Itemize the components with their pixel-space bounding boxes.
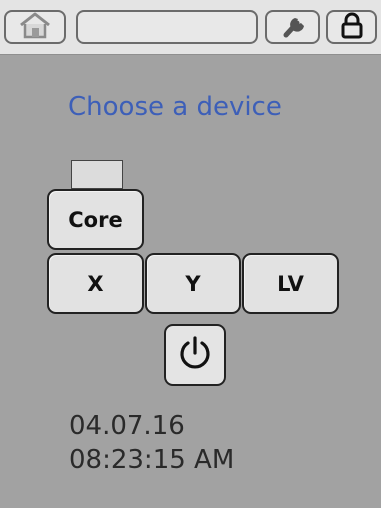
status-date: 04.07.16: [69, 411, 185, 441]
home-icon: [18, 11, 52, 43]
top-toolbar: [0, 0, 381, 55]
status-time: 08:23:15 AM: [69, 445, 235, 475]
lock-button[interactable]: [326, 10, 377, 44]
lock-icon: [339, 11, 365, 43]
home-button[interactable]: [4, 10, 66, 44]
power-icon: [175, 333, 215, 377]
wrench-icon: [278, 11, 308, 43]
device-button-core[interactable]: Core: [47, 189, 144, 250]
power-button[interactable]: [164, 324, 226, 386]
page-title: Choose a device: [68, 92, 282, 122]
settings-button[interactable]: [265, 10, 320, 44]
device-button-x[interactable]: X: [47, 253, 144, 314]
device-button-lv[interactable]: LV: [242, 253, 339, 314]
title-field: [76, 10, 258, 44]
device-button-y[interactable]: Y: [145, 253, 241, 314]
core-indicator-tab: [71, 160, 123, 189]
